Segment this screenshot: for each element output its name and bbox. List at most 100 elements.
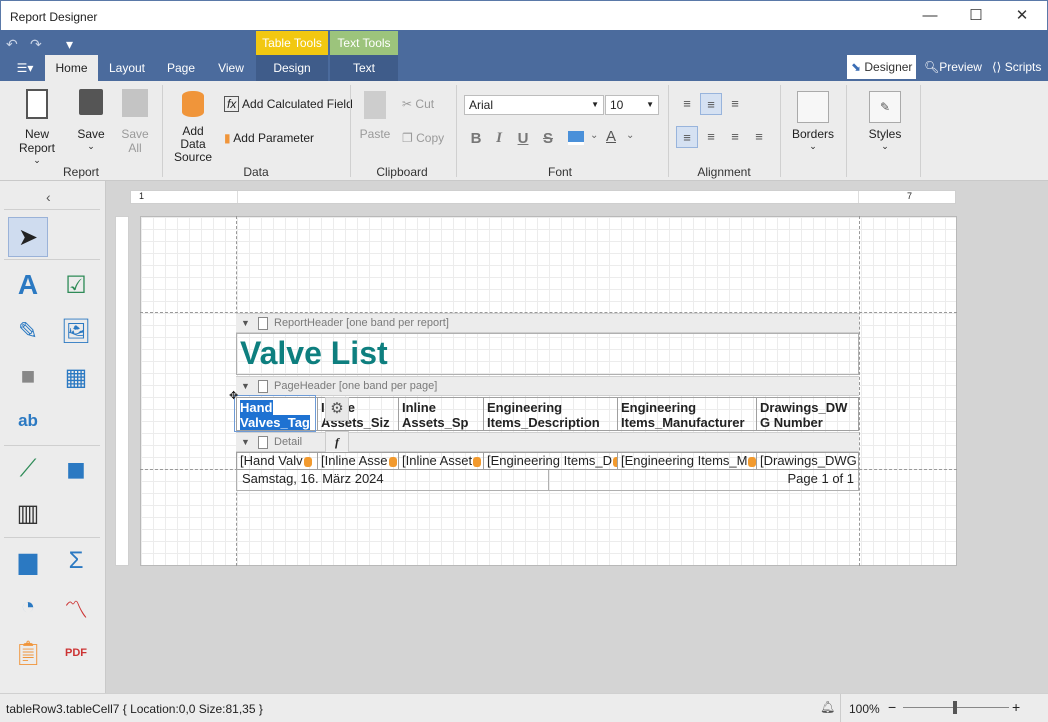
detail-cell[interactable]: [Engineering Items_M — [618, 453, 757, 469]
tab-text[interactable]: Text — [330, 55, 398, 81]
zoom-out-button[interactable]: − — [888, 699, 896, 715]
save-all-icon — [122, 89, 148, 117]
tab-page[interactable]: Page — [158, 55, 204, 81]
text-tools-label: Text Tools — [330, 31, 398, 55]
designer-view-button[interactable]: ⬊ Designer — [847, 55, 917, 79]
detail-cell[interactable]: [Inline Asset — [399, 453, 484, 469]
cut-button[interactable]: ✂ Cut — [402, 97, 434, 111]
collapse-icon[interactable]: ▼ — [241, 433, 250, 452]
italic-button[interactable]: I — [490, 130, 508, 147]
undo-icon[interactable]: ↶ — [6, 36, 18, 53]
collapse-toolbox-icon[interactable]: ‹ — [46, 189, 51, 205]
detail-table-row: [Hand Valv [Inline Asse [Inline Asset [E… — [236, 452, 859, 470]
styles-button[interactable]: ✎ Styles ⌄ — [862, 91, 908, 152]
add-data-source-button[interactable]: Add Data Source — [168, 91, 218, 164]
panel-tool[interactable]: ■ — [8, 357, 48, 397]
header-cell[interactable]: Engineering Items_Description — [484, 398, 618, 430]
borders-button[interactable]: Borders ⌄ — [790, 91, 836, 152]
table-tools-label: Table Tools — [256, 31, 328, 55]
table-tool[interactable]: ▦ — [56, 357, 96, 397]
strikeout-button[interactable]: S — [539, 130, 557, 147]
zoom-slider-thumb[interactable] — [953, 701, 957, 714]
copy-button[interactable]: ❐ Copy — [402, 131, 444, 145]
richtext-tool[interactable]: ✎ — [8, 311, 48, 351]
tab-layout[interactable]: Layout — [100, 55, 154, 81]
label-tool[interactable]: A — [8, 265, 48, 305]
font-size-select[interactable]: 10 ▼ — [605, 95, 659, 115]
chart-tool[interactable]: ▆ — [8, 541, 48, 581]
report-group-label: Report — [62, 165, 100, 179]
chevron-down-icon[interactable]: ⌄ — [626, 130, 634, 141]
shape-tool[interactable]: ◼ — [56, 449, 96, 489]
gauge-tool[interactable]: ◔ — [8, 587, 48, 627]
notification-bell-icon[interactable]: 🔔︎ — [820, 700, 835, 714]
vertical-ruler — [115, 216, 129, 566]
add-parameter-button[interactable]: ▮ Add Parameter — [224, 131, 314, 145]
footer-page-number[interactable]: Page 1 of 1 — [788, 471, 855, 486]
font-family-select[interactable]: Arial ▼ — [464, 95, 604, 115]
move-handle-icon[interactable]: ✥ — [229, 389, 238, 402]
zoom-level[interactable]: 100% — [849, 702, 880, 716]
save-button[interactable]: Save ⌄ — [74, 89, 108, 152]
align-left-button[interactable]: ≡ — [676, 126, 698, 148]
close-button[interactable]: ✕ — [999, 1, 1045, 31]
alignment-group-label: Alignment — [697, 165, 751, 179]
align-center-button[interactable]: ≡ — [700, 126, 722, 148]
tab-view[interactable]: View — [208, 55, 254, 81]
collapse-icon[interactable]: ▼ — [241, 314, 250, 333]
pointer-tool[interactable]: ➤ — [8, 217, 48, 257]
new-report-button[interactable]: New Report ⌄ — [6, 89, 68, 166]
clipboard-group-label: Clipboard — [376, 165, 428, 179]
paste-button[interactable]: Paste — [358, 91, 392, 141]
scripts-view-button[interactable]: ⟨⟩ Scripts — [988, 55, 1045, 79]
save-all-button[interactable]: Save All — [114, 89, 156, 155]
detail-cell[interactable]: [Drawings_DWG — [757, 453, 858, 469]
collapse-icon[interactable]: ▼ — [241, 377, 250, 396]
footer-date[interactable]: Samstag, 16. März 2024 — [242, 471, 384, 486]
sparkline-tool[interactable]: 〽 — [56, 587, 96, 627]
barcode-tool[interactable]: ▥ — [8, 493, 48, 533]
horizontal-ruler: 1 1 2 3 4 5 6 7 — [130, 190, 956, 204]
minimize-button[interactable]: — — [907, 1, 953, 31]
justify-button[interactable]: ≡ — [748, 126, 770, 148]
tab-design[interactable]: Design — [256, 55, 328, 81]
underline-button[interactable]: U — [514, 130, 532, 147]
function-icon: fx — [224, 96, 240, 112]
line-tool[interactable]: ⟋ — [8, 449, 48, 489]
picture-tool[interactable]: 🖼︎ — [56, 311, 96, 351]
subreport-tool[interactable]: 📋︎ — [8, 633, 48, 673]
character-comb-tool[interactable]: ab — [8, 401, 48, 441]
tab-home[interactable]: Home — [45, 55, 98, 81]
expression-function-icon[interactable]: f — [325, 431, 349, 453]
smart-tag-gear-icon[interactable]: ⚙ — [325, 397, 349, 421]
window-title: Report Designer — [10, 10, 98, 24]
summary-tool[interactable]: Σ — [56, 541, 96, 581]
pdf-content-tool[interactable]: PDF — [56, 633, 96, 673]
header-cell[interactable]: Drawings_DW G Number — [757, 398, 858, 430]
add-calculated-field-button[interactable]: fx Add Calculated Field — [224, 96, 353, 112]
align-top-button[interactable]: ≡ — [676, 93, 698, 115]
preview-view-button[interactable]: 🔍︎Preview — [920, 55, 986, 79]
file-menu-icon[interactable]: ☰▾ — [8, 55, 42, 81]
detail-cell[interactable]: [Hand Valv — [237, 453, 318, 469]
header-cell[interactable]: Engineering Items_Manufacturer — [618, 398, 757, 430]
chevron-down-icon[interactable]: ⌄ — [590, 130, 598, 141]
page-header-band[interactable]: ▼ PageHeader [one band per page] — [236, 376, 859, 396]
align-right-button[interactable]: ≡ — [724, 126, 746, 148]
redo-icon[interactable]: ↷ — [30, 36, 42, 53]
align-middle-button[interactable]: ≡ — [700, 93, 722, 115]
detail-cell[interactable]: [Engineering Items_D — [484, 453, 618, 469]
report-header-band[interactable]: ▼ ReportHeader [one band per report] — [236, 313, 859, 333]
copy-icon: ❐ — [402, 131, 413, 145]
align-bottom-button[interactable]: ≡ — [724, 93, 746, 115]
highlight-color-button[interactable] — [568, 131, 584, 145]
zoom-in-button[interactable]: + — [1012, 699, 1020, 715]
header-cell[interactable]: Inline Assets_Sp — [399, 398, 484, 430]
checkbox-tool[interactable]: ☑ — [56, 265, 96, 305]
maximize-button[interactable]: ☐ — [953, 1, 999, 31]
scripts-icon: ⟨⟩ — [992, 60, 1005, 74]
detail-cell[interactable]: [Inline Asse — [318, 453, 399, 469]
customize-dropdown-icon[interactable]: ▾ — [66, 36, 73, 53]
font-color-button[interactable]: A — [606, 128, 616, 145]
bold-button[interactable]: B — [467, 130, 485, 147]
